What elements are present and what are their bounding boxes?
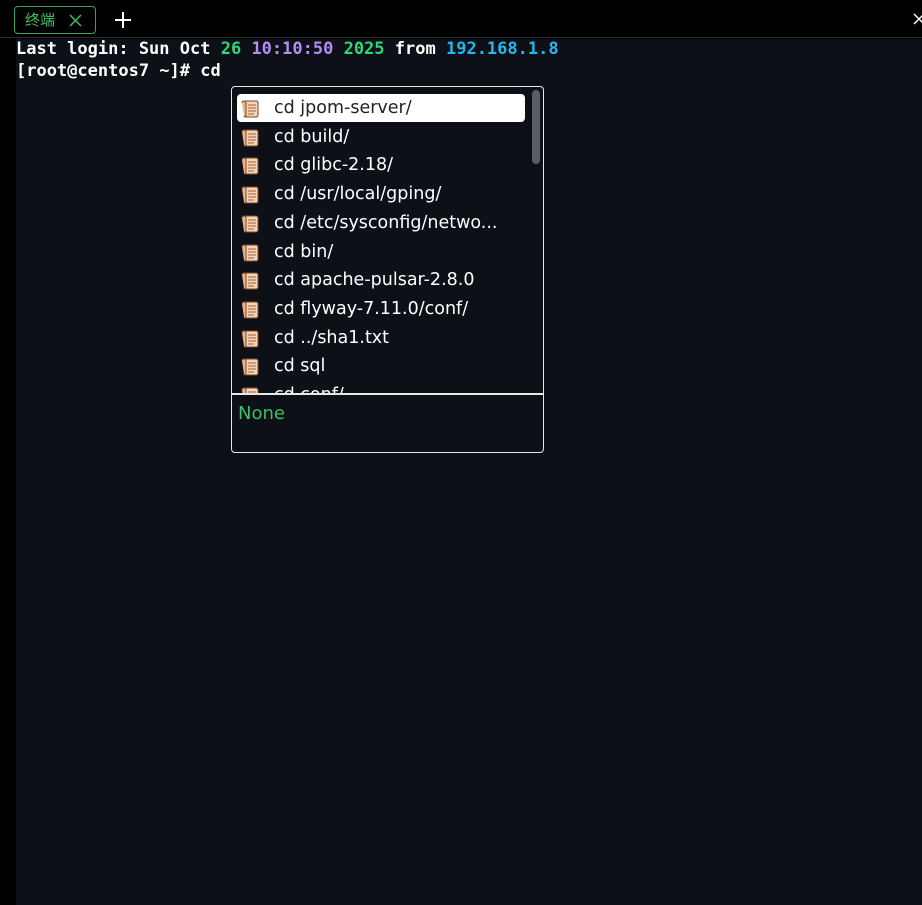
scroll-icon xyxy=(241,357,259,376)
autocomplete-item-label: cd /etc/sysconfig/netwo... xyxy=(274,212,498,233)
autocomplete-item-label: cd flyway-7.11.0/conf/ xyxy=(274,298,469,319)
scroll-icon xyxy=(241,128,259,147)
scroll-icon xyxy=(241,386,259,393)
login-ip: 192.168.1.8 xyxy=(445,39,559,59)
autocomplete-item[interactable]: cd /etc/sysconfig/netwo... xyxy=(237,209,525,237)
scroll-icon xyxy=(241,99,259,118)
autocomplete-item[interactable]: cd conf/ xyxy=(237,381,525,393)
scroll-icon xyxy=(241,271,259,290)
window-close-icon[interactable] xyxy=(912,11,922,25)
scroll-icon xyxy=(241,185,259,204)
scroll-icon xyxy=(241,300,259,319)
scroll-icon xyxy=(241,329,259,348)
scroll-icon xyxy=(241,156,259,175)
close-icon[interactable] xyxy=(69,14,82,27)
login-line: Last login: Sun Oct 26 10:10:50 2025 fro… xyxy=(16,39,559,59)
autocomplete-item[interactable]: cd glibc-2.18/ xyxy=(237,151,525,179)
scroll-icon xyxy=(241,243,259,262)
autocomplete-item-label: cd conf/ xyxy=(274,381,344,393)
autocomplete-item[interactable]: cd sql xyxy=(237,352,525,380)
login-prefix: Last login: Sun Oct xyxy=(16,39,221,59)
prompt-line: [root@centos7 ~]# cd xyxy=(16,61,221,81)
detail-text: None xyxy=(238,403,285,424)
login-year: 2025 xyxy=(343,39,385,59)
autocomplete-item[interactable]: cd apache-pulsar-2.8.0 xyxy=(237,266,525,294)
autocomplete-item[interactable]: cd jpom-server/ xyxy=(237,94,525,122)
autocomplete-item[interactable]: cd build/ xyxy=(237,123,525,151)
autocomplete-item-label: cd apache-pulsar-2.8.0 xyxy=(274,270,475,291)
autocomplete-item[interactable]: cd ../sha1.txt xyxy=(237,324,525,352)
prompt: [root@centos7 ~]# xyxy=(16,61,201,81)
autocomplete-item-label: cd /usr/local/gping/ xyxy=(274,184,442,205)
autocomplete-item[interactable]: cd /usr/local/gping/ xyxy=(237,180,525,208)
command-input[interactable]: cd xyxy=(200,61,220,81)
autocomplete-item[interactable]: cd bin/ xyxy=(237,238,525,266)
scroll-icon xyxy=(241,214,259,233)
login-from: from xyxy=(394,39,436,59)
autocomplete-item-label: cd build/ xyxy=(274,126,350,147)
autocomplete-item-label: cd sql xyxy=(274,356,326,377)
divider xyxy=(232,393,543,395)
tab-label: 终端 xyxy=(25,11,56,29)
autocomplete-list: cd jpom-server/cd build/cd glibc-2.18/cd… xyxy=(232,87,543,393)
autocomplete-item-label: cd bin/ xyxy=(274,241,334,262)
autocomplete-item[interactable]: cd flyway-7.11.0/conf/ xyxy=(237,295,525,323)
scrollbar[interactable] xyxy=(532,90,540,164)
login-day: 26 xyxy=(220,39,242,59)
login-time: 10:10:50 xyxy=(251,39,334,59)
autocomplete-item-label: cd glibc-2.18/ xyxy=(274,155,394,176)
autocomplete-popup: cd jpom-server/cd build/cd glibc-2.18/cd… xyxy=(231,86,544,453)
autocomplete-item-label: cd ../sha1.txt xyxy=(274,327,390,348)
tab-bar: 终端 xyxy=(0,0,922,38)
autocomplete-item-label: cd jpom-server/ xyxy=(274,98,412,118)
plus-icon[interactable] xyxy=(114,11,132,29)
tab-terminal[interactable]: 终端 xyxy=(14,6,96,34)
